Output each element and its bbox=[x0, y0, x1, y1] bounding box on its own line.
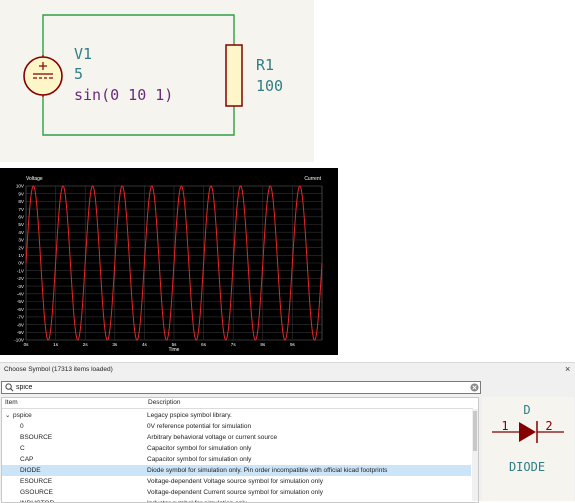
row-item-name: C bbox=[20, 445, 25, 452]
symbol-preview: D 1 2 DIODE bbox=[482, 397, 574, 501]
plot-y-tick-label: 1V bbox=[18, 253, 25, 258]
tree-row[interactable]: C Capacitor symbol for simulation only bbox=[2, 443, 471, 454]
plot-x-tick-label: 1s bbox=[53, 342, 59, 347]
row-description: Voltage-dependent Voltage source symbol … bbox=[147, 478, 323, 485]
plot-y-ticks: 10V 9V 8V 7V 6V 5V 4V 3V 2V 1V 0V -1V -2V -3V -4V -5V -6… bbox=[14, 184, 25, 343]
preview-reference: D bbox=[523, 403, 530, 417]
plot-y-tick-label: -2V bbox=[17, 276, 25, 281]
preview-value: DIODE bbox=[509, 460, 545, 474]
plot-y-tick-label: -6V bbox=[17, 307, 25, 312]
tree-row-selected[interactable]: DIODE Diode symbol for simulation only. P… bbox=[2, 465, 471, 476]
plot-y-tick-label: 5V bbox=[18, 222, 25, 227]
column-header-description[interactable]: Description bbox=[146, 398, 473, 409]
tree-row[interactable]: BSOURCE Arbitrary behavioral voltage or c… bbox=[2, 432, 471, 443]
preview-pin1: 1 bbox=[501, 419, 508, 433]
search-input[interactable] bbox=[16, 382, 456, 393]
plot-y-tick-label: -7V bbox=[17, 315, 25, 320]
source-reference[interactable]: V1 bbox=[74, 45, 92, 63]
plot-y-tick-label: 2V bbox=[18, 245, 25, 250]
plot-x-tick-label: 3s bbox=[112, 342, 118, 347]
row-description: Capacitor symbol for simulation only bbox=[147, 445, 252, 452]
diode-triangle bbox=[519, 422, 536, 442]
plot-x-tick-label: 5s bbox=[172, 342, 178, 347]
plot-canvas: Voltage Current Time 10V 9V 8V 7V 6V 5V 4V 3V 2V… bbox=[14, 176, 323, 353]
row-item-name: INDUCTOR bbox=[20, 498, 54, 502]
resistor-reference[interactable]: R1 bbox=[256, 56, 274, 74]
row-description: Diode symbol for simulation only. Pin or… bbox=[147, 467, 388, 474]
row-description: Arbitrary behavioral voltage or current … bbox=[147, 434, 278, 441]
dialog-title: Choose Symbol (17313 items loaded) bbox=[4, 366, 113, 373]
tree-scrollbar[interactable] bbox=[472, 409, 478, 501]
plot-x-axis-label: Time bbox=[169, 347, 180, 353]
source-value[interactable]: 5 bbox=[74, 65, 83, 83]
row-description: Voltage-dependent Current source symbol … bbox=[147, 489, 323, 496]
resistor-symbol bbox=[225, 44, 243, 107]
plot-y-tick-label: -3V bbox=[17, 284, 25, 289]
voltage-source-symbol bbox=[23, 55, 63, 97]
plot-x-tick-label: 0s bbox=[24, 342, 30, 347]
plot-x-tick-label: 7s bbox=[231, 342, 237, 347]
row-description: Capacitor symbol for simulation only bbox=[147, 456, 252, 463]
simulation-plot[interactable]: Voltage Current Time 10V 9V 8V 7V 6V 5V 4V 3V 2V… bbox=[0, 168, 338, 355]
plot-y-tick-label: -9V bbox=[17, 330, 25, 335]
row-item-name: 0 bbox=[20, 423, 24, 430]
source-expression[interactable]: sin(0 10 1) bbox=[74, 86, 173, 104]
row-description: Inductor symbol for simulation only bbox=[147, 498, 247, 502]
plot-y-tick-label: -8V bbox=[17, 322, 25, 327]
diode-preview-drawing: D 1 2 DIODE bbox=[492, 403, 564, 474]
plot-right-title: Current bbox=[304, 176, 321, 182]
symbol-tree[interactable]: Item Description ⌄ pspice Legacy pspice sy… bbox=[1, 397, 479, 503]
tree-row[interactable]: CAP Capacitor symbol for simulation only bbox=[2, 454, 471, 465]
tree-row[interactable]: ⌄ pspice Legacy pspice symbol library. bbox=[2, 410, 471, 421]
column-header-item[interactable]: Item bbox=[2, 398, 149, 409]
row-description: 0V reference potential for simulation bbox=[147, 423, 252, 430]
plot-y-tick-label: 7V bbox=[18, 207, 25, 212]
row-item-name: ESOURCE bbox=[20, 478, 53, 485]
schematic-canvas[interactable]: V1 5 sin(0 10 1) R1 100 bbox=[0, 0, 314, 162]
plot-y-tick-label: -5V bbox=[17, 299, 25, 304]
row-item-name: CAP bbox=[20, 456, 34, 463]
row-item-name: pspice bbox=[13, 412, 32, 419]
plot-y-tick-label: 8V bbox=[18, 199, 25, 204]
tree-row[interactable]: GSOURCE Voltage-dependent Current source … bbox=[2, 487, 471, 498]
tree-row[interactable]: ESOURCE Voltage-dependent Voltage source … bbox=[2, 476, 471, 487]
plot-y-tick-label: 6V bbox=[18, 215, 25, 220]
plot-x-tick-label: 8s bbox=[260, 342, 266, 347]
plot-y-tick-label: 0V bbox=[18, 261, 25, 266]
expand-chevron-icon[interactable]: ⌄ bbox=[5, 410, 10, 421]
row-description: Legacy pspice symbol library. bbox=[147, 412, 232, 419]
clear-search-icon[interactable] bbox=[470, 383, 479, 392]
plot-x-tick-label: 9s bbox=[290, 342, 296, 347]
tree-row[interactable]: 0 0V reference potential for simulation bbox=[2, 421, 471, 432]
plot-left-title: Voltage bbox=[26, 176, 43, 182]
scrollbar-thumb[interactable] bbox=[473, 411, 477, 451]
plot-x-tick-label: 4s bbox=[142, 342, 148, 347]
plot-y-tick-label: -4V bbox=[17, 292, 25, 297]
tree-row[interactable]: INDUCTOR Inductor symbol for simulation o… bbox=[2, 498, 471, 502]
plot-y-tick-label: 10V bbox=[16, 184, 25, 189]
plot-y-tick-label: 4V bbox=[18, 230, 25, 235]
choose-symbol-dialog: Choose Symbol (17313 items loaded) × Ite… bbox=[0, 362, 575, 503]
plot-y-tick-label: 3V bbox=[18, 238, 25, 243]
row-item-name: BSOURCE bbox=[20, 434, 53, 441]
row-item-name: DIODE bbox=[20, 467, 41, 474]
plot-x-ticks: 0s 1s 2s 3s 4s 5s 6s 7s 8s 9s bbox=[24, 342, 296, 347]
close-icon[interactable]: × bbox=[565, 364, 570, 374]
resistor-value[interactable]: 100 bbox=[256, 77, 283, 95]
wire-top bbox=[42, 14, 235, 55]
search-icon bbox=[5, 383, 14, 392]
plot-y-tick-label: 9V bbox=[18, 191, 25, 196]
preview-pin2: 2 bbox=[545, 419, 552, 433]
plot-x-tick-label: 2s bbox=[83, 342, 89, 347]
plot-y-tick-label: -1V bbox=[17, 268, 25, 273]
row-item-name: GSOURCE bbox=[20, 489, 53, 496]
plot-x-tick-label: 6s bbox=[201, 342, 207, 347]
search-box[interactable] bbox=[1, 381, 481, 394]
